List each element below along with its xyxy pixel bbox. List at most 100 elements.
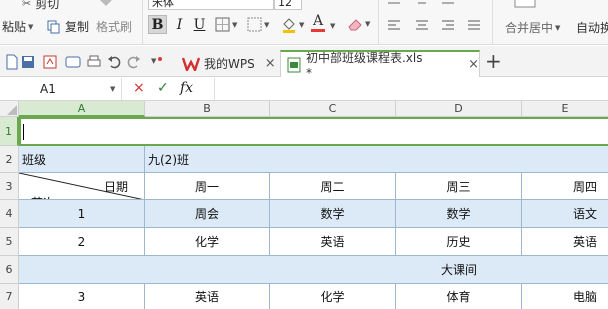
formula-input[interactable] bbox=[214, 78, 608, 100]
cell-subject[interactable]: 数学 bbox=[396, 200, 522, 228]
cell-a1-merged[interactable] bbox=[19, 117, 608, 146]
merge-center-button[interactable]: 合并居中 ▼ bbox=[505, 19, 560, 36]
row-header-7[interactable]: 7 bbox=[0, 284, 19, 309]
row-header-label: 4 bbox=[5, 207, 13, 220]
insert-function-icon[interactable]: fx bbox=[180, 80, 193, 96]
fill-bucket-button[interactable]: ▼ bbox=[281, 17, 304, 33]
border-icon bbox=[215, 17, 230, 32]
tab-document[interactable]: 初中部班级课程表.xls * × bbox=[280, 50, 480, 80]
close-document-tab-icon[interactable]: × bbox=[468, 57, 479, 72]
cell-diagonal-header[interactable]: 日期 节次 bbox=[19, 173, 145, 200]
select-all-corner[interactable] bbox=[0, 101, 19, 117]
italic-button[interactable]: I bbox=[170, 15, 189, 34]
row-header-2[interactable]: 2 bbox=[0, 146, 19, 173]
row-header-3[interactable]: 3 bbox=[0, 173, 19, 200]
row-header-4[interactable]: 4 bbox=[0, 200, 19, 228]
fill-bucket-dropdown-icon[interactable]: ▼ bbox=[299, 21, 304, 29]
wps-logo-icon bbox=[182, 57, 200, 71]
paste-button[interactable]: 粘贴 ▼ bbox=[2, 18, 33, 35]
format-painter-icon[interactable] bbox=[98, 0, 116, 8]
cell-subject[interactable]: 电脑 bbox=[522, 284, 608, 309]
merge-center-icon[interactable] bbox=[514, 0, 536, 8]
cell-class-value[interactable]: 九(2)班 bbox=[145, 146, 608, 173]
align-left-icon[interactable] bbox=[387, 19, 401, 31]
bold-button[interactable]: B bbox=[148, 15, 167, 34]
column-header-e[interactable]: E bbox=[522, 101, 608, 117]
cell-subject[interactable]: 化学 bbox=[145, 228, 270, 256]
cancel-entry-icon[interactable]: × bbox=[133, 80, 145, 96]
text-cursor bbox=[23, 123, 24, 140]
name-box[interactable]: A1 ▼ bbox=[0, 78, 122, 100]
column-header-label: B bbox=[203, 102, 211, 115]
cell-day[interactable]: 周二 bbox=[270, 173, 396, 200]
align-bottom-icon[interactable] bbox=[441, 0, 455, 7]
cell-day[interactable]: 周四 bbox=[522, 173, 608, 200]
row-header-label: 3 bbox=[5, 179, 13, 193]
cell-period-index[interactable]: 2 bbox=[19, 228, 145, 256]
cell-day[interactable]: 周一 bbox=[145, 173, 270, 200]
cut-button[interactable]: ✂ 剪切 bbox=[22, 0, 59, 12]
export-pdf-icon[interactable] bbox=[42, 54, 58, 70]
cell-subject[interactable]: 周会 bbox=[145, 200, 270, 228]
column-header-a[interactable]: A bbox=[19, 101, 145, 117]
cell-break-merged[interactable]: 大课间 bbox=[19, 256, 608, 284]
class-value-text: 九(2)班 bbox=[148, 152, 189, 167]
wps-cloud-icon[interactable] bbox=[65, 54, 81, 70]
cell-subject[interactable]: 历史 bbox=[396, 228, 522, 256]
merge-center-dropdown-icon[interactable]: ▼ bbox=[555, 24, 560, 32]
auto-wrap-label: 自动换行 bbox=[576, 21, 608, 35]
cell-subject[interactable]: 数学 bbox=[270, 200, 396, 228]
align-right-icon[interactable] bbox=[441, 19, 455, 31]
cell-day[interactable]: 周三 bbox=[396, 173, 522, 200]
cell-period-index[interactable]: 3 bbox=[19, 284, 145, 309]
font-size-select[interactable]: 12 bbox=[274, 0, 302, 10]
underline-button[interactable]: U bbox=[190, 15, 209, 34]
cell-period-index[interactable]: 1 bbox=[19, 200, 145, 228]
justify-icon[interactable] bbox=[467, 19, 481, 31]
row-header-1[interactable]: 1 bbox=[0, 117, 19, 146]
new-file-icon[interactable] bbox=[4, 54, 20, 70]
cell-subject[interactable]: 英语 bbox=[522, 228, 608, 256]
name-box-dropdown-icon[interactable]: ▼ bbox=[110, 85, 115, 93]
spreadsheet-file-icon bbox=[287, 57, 301, 72]
quick-access-dropdown-icon[interactable]: ▼ bbox=[151, 57, 156, 65]
save-icon[interactable] bbox=[20, 54, 36, 70]
subject-text: 历史 bbox=[446, 235, 471, 249]
clear-format-button[interactable]: ▼ bbox=[347, 17, 370, 31]
cell-subject[interactable]: 化学 bbox=[270, 284, 396, 309]
align-middle-icon[interactable] bbox=[415, 0, 429, 7]
column-header-label: C bbox=[328, 102, 337, 115]
fill-color-button[interactable]: ▼ bbox=[247, 17, 269, 32]
cell-subject[interactable]: 英语 bbox=[270, 228, 396, 256]
format-painter-button[interactable]: 格式刷 bbox=[96, 18, 132, 35]
undo-icon[interactable] bbox=[106, 54, 122, 70]
row-header-label: 6 bbox=[5, 263, 13, 276]
paste-dropdown-icon[interactable]: ▼ bbox=[28, 23, 33, 31]
copy-button[interactable]: 复制 bbox=[47, 18, 89, 35]
new-tab-icon[interactable]: + bbox=[485, 49, 502, 73]
tab-my-wps[interactable]: 我的WPS × bbox=[176, 50, 280, 77]
confirm-entry-icon[interactable]: ✓ bbox=[157, 80, 169, 96]
fill-dropdown-icon[interactable]: ▼ bbox=[264, 21, 269, 29]
cell-subject[interactable]: 体育 bbox=[396, 284, 522, 309]
cell-subject[interactable]: 语文 bbox=[522, 200, 608, 228]
align-top-icon[interactable] bbox=[387, 0, 401, 7]
cell-subject[interactable]: 英语 bbox=[145, 284, 270, 309]
cell-class-label[interactable]: 班级 bbox=[19, 146, 145, 173]
redo-icon[interactable] bbox=[126, 54, 142, 70]
column-header-d[interactable]: D bbox=[396, 101, 522, 117]
auto-wrap-button[interactable]: 自动换行 bbox=[576, 19, 608, 36]
border-button[interactable]: ▼ bbox=[215, 17, 237, 32]
column-header-b[interactable]: B bbox=[145, 101, 270, 117]
font-name-select[interactable]: 宋体 bbox=[148, 0, 274, 10]
clear-format-dropdown-icon[interactable]: ▼ bbox=[365, 20, 370, 28]
column-header-c[interactable]: C bbox=[270, 101, 396, 117]
row-header-5[interactable]: 5 bbox=[0, 228, 19, 256]
font-color-button[interactable]: A bbox=[311, 14, 325, 32]
border-dropdown-icon[interactable]: ▼ bbox=[232, 21, 237, 29]
close-tab-icon[interactable]: × bbox=[265, 56, 276, 71]
align-center-icon[interactable] bbox=[415, 19, 429, 31]
print-icon[interactable] bbox=[86, 54, 102, 70]
font-color-dropdown-icon[interactable]: ▼ bbox=[330, 22, 335, 30]
row-header-6[interactable]: 6 bbox=[0, 256, 19, 284]
